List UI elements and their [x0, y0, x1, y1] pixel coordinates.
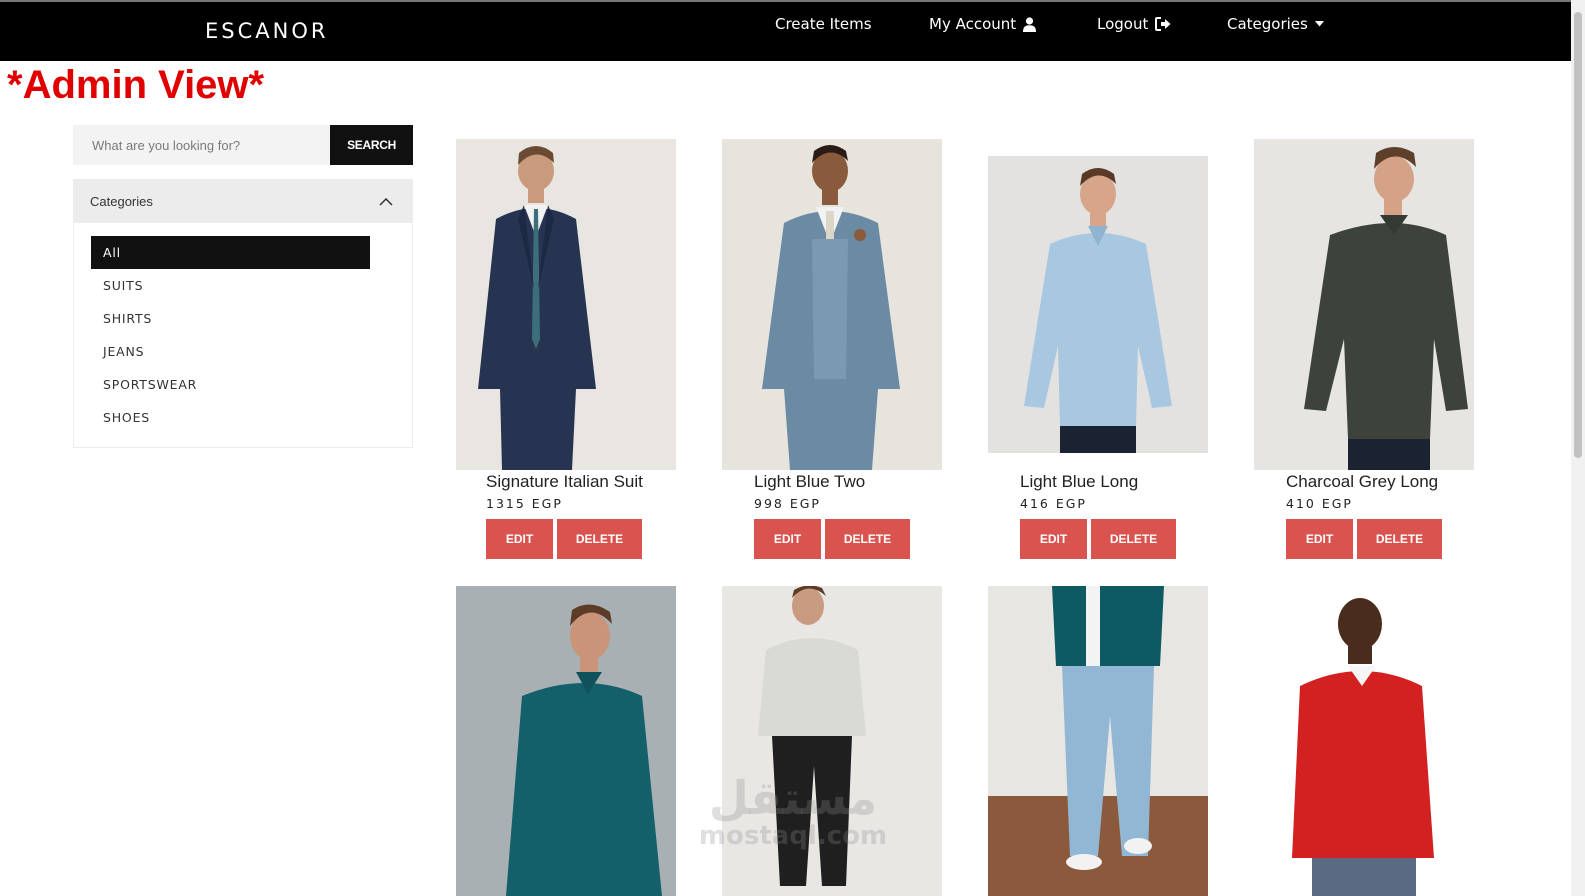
product-image[interactable]	[1254, 139, 1474, 470]
search-button[interactable]: SEARCH	[330, 125, 413, 165]
product-image[interactable]	[988, 156, 1208, 453]
edit-button[interactable]: EDIT	[486, 519, 553, 559]
nav-my-account[interactable]: My Account	[929, 15, 1037, 33]
product-image[interactable]	[988, 586, 1208, 896]
nav-create-items-label: Create Items	[775, 15, 872, 33]
product-image[interactable]	[456, 139, 676, 470]
product-image[interactable]	[456, 586, 676, 896]
nav-categories-dropdown[interactable]: Categories	[1227, 15, 1324, 33]
product-image[interactable]	[722, 139, 942, 470]
categories-header[interactable]: Categories	[74, 180, 412, 223]
nav-create-items[interactable]: Create Items	[775, 15, 872, 33]
nav-logout[interactable]: Logout	[1097, 15, 1171, 33]
search-input[interactable]	[73, 125, 330, 165]
scrollbar-thumb[interactable]	[1574, 12, 1582, 458]
product-image[interactable]	[1254, 586, 1474, 896]
product-title[interactable]: Charcoal Grey Long	[1286, 472, 1438, 492]
category-item-shoes[interactable]: SHOES	[74, 401, 412, 434]
sign-out-icon	[1155, 17, 1171, 31]
category-item-all[interactable]: All	[91, 236, 370, 269]
brand-logo[interactable]: ESCANOR	[205, 19, 328, 43]
product-price: 998 EGP	[754, 496, 821, 511]
product-title[interactable]: Light Blue Two	[754, 472, 865, 492]
edit-button[interactable]: EDIT	[1286, 519, 1353, 559]
nav-logout-label: Logout	[1097, 15, 1149, 33]
category-item-jeans[interactable]: JEANS	[74, 335, 412, 368]
nav-categories-label: Categories	[1227, 15, 1308, 33]
nav-my-account-label: My Account	[929, 15, 1017, 33]
delete-button[interactable]: DELETE	[1091, 519, 1176, 559]
delete-button[interactable]: DELETE	[1357, 519, 1442, 559]
top-navbar: ESCANOR Create Items My Account Logout C…	[0, 0, 1585, 61]
category-item-suits[interactable]: SUITS	[74, 269, 412, 302]
search-bar: SEARCH	[73, 125, 413, 165]
product-price: 410 EGP	[1286, 496, 1353, 511]
product-title[interactable]: Light Blue Long	[1020, 472, 1138, 492]
categories-list: All SUITS SHIRTS JEANS SPORTSWEAR SHOES	[74, 223, 412, 434]
user-icon	[1023, 16, 1037, 32]
delete-button[interactable]: DELETE	[825, 519, 910, 559]
categories-panel: Categories All SUITS SHIRTS JEANS SPORTS…	[73, 179, 413, 448]
edit-button[interactable]: EDIT	[1020, 519, 1087, 559]
category-item-sportswear[interactable]: SPORTSWEAR	[74, 368, 412, 401]
product-price: 1315 EGP	[486, 496, 563, 511]
edit-button[interactable]: EDIT	[754, 519, 821, 559]
product-image[interactable]	[722, 586, 942, 896]
delete-button[interactable]: DELETE	[557, 519, 642, 559]
categories-title: Categories	[90, 194, 153, 209]
category-item-shirts[interactable]: SHIRTS	[74, 302, 412, 335]
product-title[interactable]: Signature Italian Suit	[486, 472, 643, 492]
product-price: 416 EGP	[1020, 496, 1087, 511]
chevron-up-icon	[379, 197, 393, 206]
caret-down-icon	[1314, 21, 1324, 27]
vertical-scrollbar[interactable]	[1571, 0, 1585, 896]
admin-view-banner: *Admin View*	[7, 63, 265, 107]
